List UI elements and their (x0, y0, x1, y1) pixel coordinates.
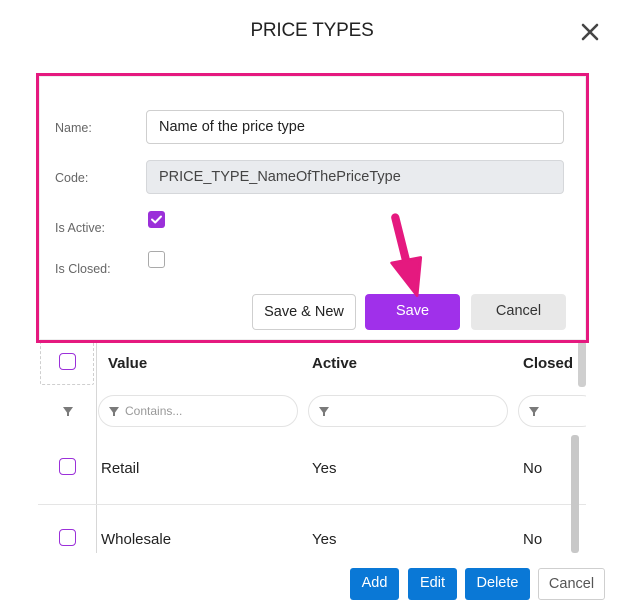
save-and-new-button[interactable]: Save & New (252, 294, 356, 330)
row-closed: No (523, 531, 543, 548)
grid-scrollbar[interactable] (571, 435, 579, 553)
row-checkbox[interactable] (59, 458, 76, 475)
is-closed-checkbox[interactable] (148, 251, 165, 268)
grid-column-divider (96, 335, 97, 553)
dialog-title: PRICE TYPES (250, 20, 374, 41)
is-active-label: Is Active: (55, 221, 106, 235)
is-closed-label: Is Closed: (55, 262, 111, 276)
code-input[interactable]: PRICE_TYPE_NameOfThePriceType (146, 160, 564, 194)
filter-icon (109, 407, 119, 416)
row-value: Wholesale (101, 531, 172, 548)
filter-icon (529, 407, 539, 416)
row-value: Retail (101, 460, 140, 477)
column-header-closed[interactable]: Closed (523, 355, 573, 372)
close-icon[interactable] (578, 20, 602, 44)
checkmark-icon (151, 215, 162, 224)
row-closed: No (523, 460, 543, 477)
form-cancel-button[interactable]: Cancel (471, 294, 566, 330)
row-divider (38, 504, 586, 505)
value-filter-input[interactable]: Contains... (98, 395, 298, 427)
price-type-edit-form: Name: Name of the price type Code: PRICE… (36, 73, 589, 343)
filter-placeholder: Contains... (125, 404, 183, 418)
row-active: Yes (312, 531, 337, 548)
name-input[interactable]: Name of the price type (146, 110, 564, 144)
footer-cancel-button[interactable]: Cancel (538, 568, 605, 600)
name-label: Name: (55, 121, 92, 135)
pointer-arrow-icon (390, 213, 423, 297)
column-header-value[interactable]: Value (108, 355, 147, 372)
code-label: Code: (55, 171, 89, 185)
active-filter-input[interactable] (308, 395, 508, 427)
edit-button[interactable]: Edit (408, 568, 457, 600)
closed-filter-input[interactable] (518, 395, 586, 427)
header-scrollbar[interactable] (578, 341, 586, 387)
delete-button[interactable]: Delete (465, 568, 530, 600)
row-checkbox[interactable] (59, 529, 76, 546)
filter-icon (63, 407, 73, 416)
is-active-checkbox[interactable] (148, 211, 165, 228)
price-types-grid: Value Active Closed Contains... Retail Y… (38, 335, 586, 553)
filter-icon (319, 407, 329, 416)
add-button[interactable]: Add (350, 568, 399, 600)
select-all-checkbox[interactable] (59, 353, 76, 370)
row-active: Yes (312, 460, 337, 477)
column-header-active[interactable]: Active (312, 355, 357, 372)
